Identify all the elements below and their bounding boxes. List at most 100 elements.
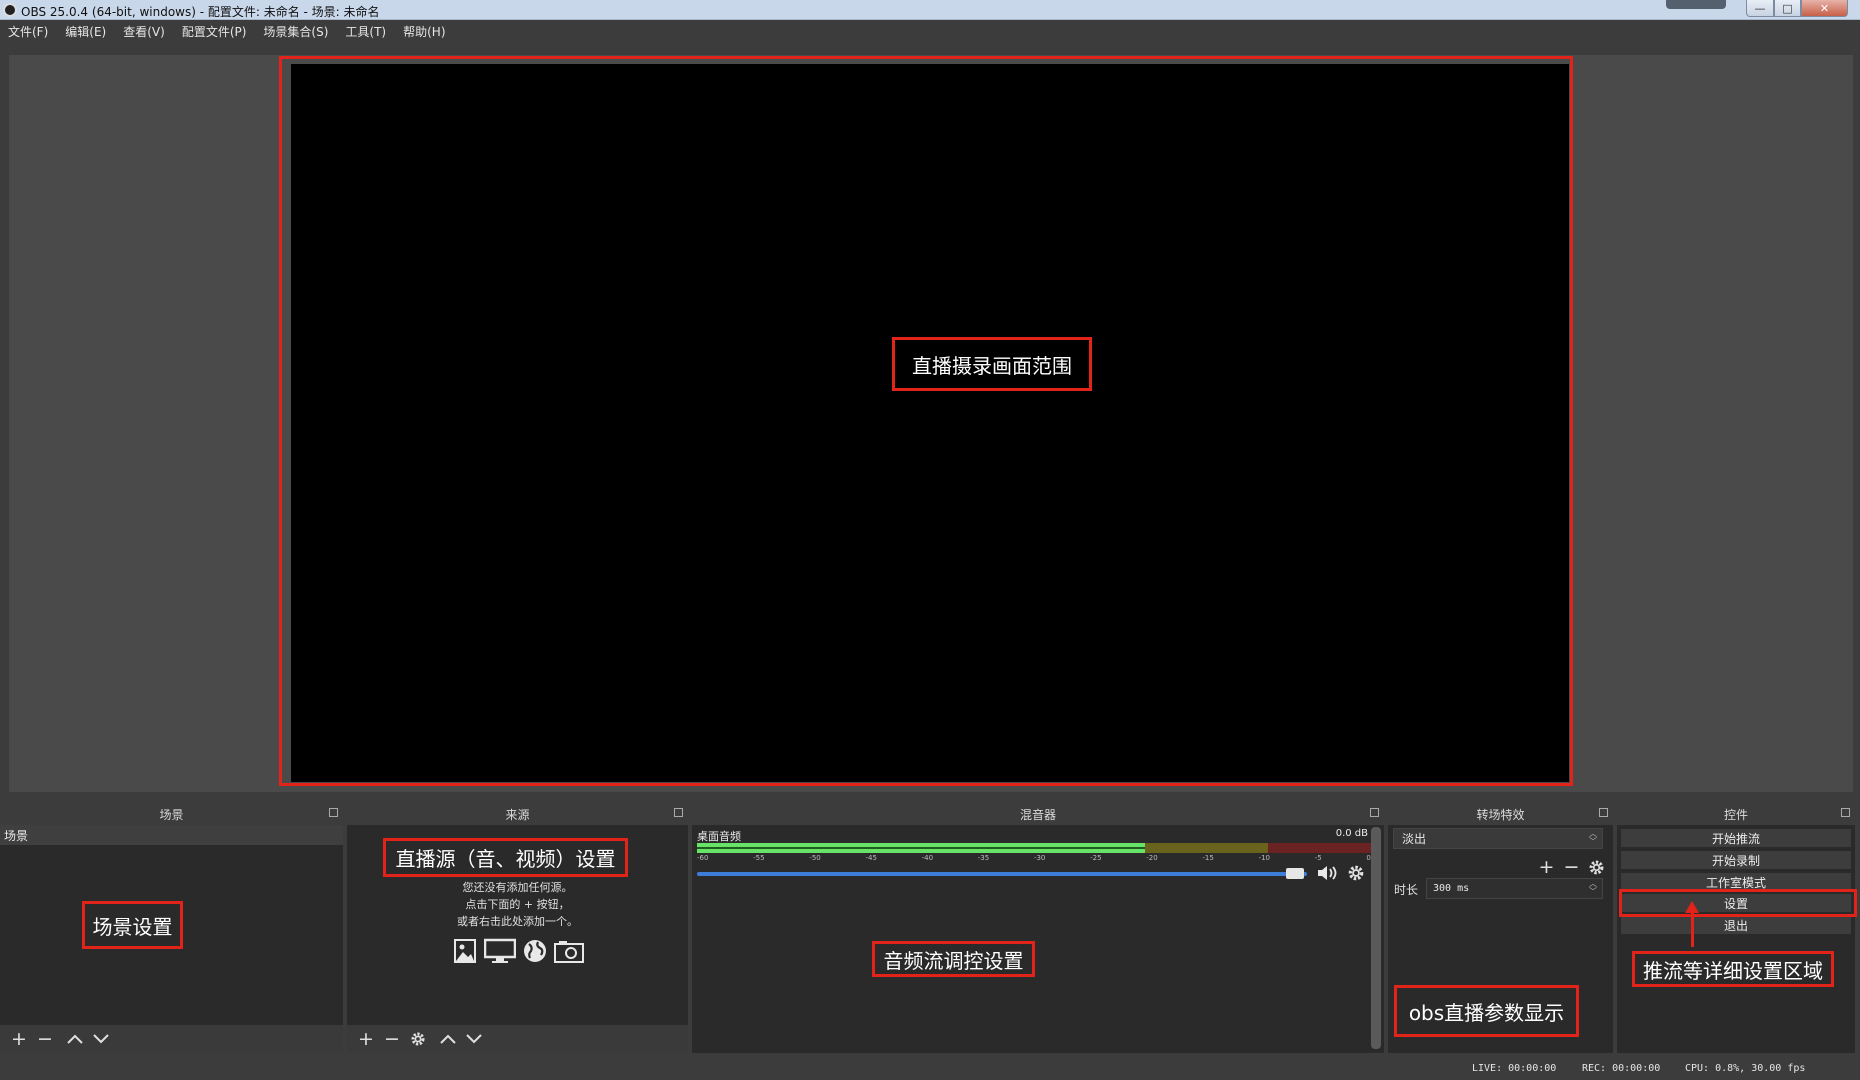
volume-slider[interactable] — [697, 872, 1307, 876]
meter-ticks: -60 -55 -50 -45 -40 -35 -30 -25 -20 -15 … — [697, 854, 1371, 866]
camera-icon — [553, 937, 585, 965]
source-properties-gear-icon[interactable] — [405, 1028, 431, 1050]
tick-label: -25 — [1090, 854, 1102, 862]
transitions-dock-title: 转场特效 — [1388, 803, 1613, 825]
mixer-title: 混音器 — [1019, 807, 1056, 822]
menu-file[interactable]: 文件(F) — [8, 23, 48, 40]
remove-transition-icon[interactable]: − — [1559, 856, 1584, 878]
controls-title: 控件 — [1723, 807, 1748, 822]
meter-green-zone — [697, 843, 1145, 853]
channel-name: 桌面音频 — [697, 830, 741, 843]
transition-select[interactable]: 淡出 ︿ ﹀ — [1393, 828, 1603, 849]
move-down-icon[interactable] — [461, 1028, 487, 1050]
hint-line: 或者右击此处添加一个。 — [457, 915, 578, 928]
sources-title: 来源 — [505, 807, 530, 822]
exit-button[interactable]: 退出 — [1621, 916, 1851, 934]
sources-toolbar: + − — [347, 1025, 688, 1053]
undock-icon[interactable] — [674, 808, 683, 817]
minimize-button[interactable]: — — [1746, 0, 1774, 17]
controls-annotation: 推流等详细设置区域 — [1632, 951, 1834, 987]
tick-label: -45 — [865, 854, 877, 862]
duration-spinbox[interactable]: 300 ms ︿ ﹀ — [1426, 878, 1603, 899]
menu-edit[interactable]: 编辑(E) — [65, 23, 106, 40]
mixer-dock: 混音器 桌面音频 0.0 dB -60 -55 -50 -45 -40 -35 … — [692, 803, 1384, 1053]
settings-highlight-box — [1619, 889, 1857, 917]
transition-gear-icon[interactable] — [1584, 856, 1609, 878]
preview-canvas[interactable] — [291, 64, 1569, 782]
undock-icon[interactable] — [1841, 808, 1850, 817]
image-icon — [451, 937, 479, 965]
sources-empty-hint: 您还没有添加任何源。 点击下面的 + 按钮， 或者右击此处添加一个。 — [347, 879, 688, 930]
start-streaming-button[interactable]: 开始推流 — [1621, 829, 1851, 847]
spin-arrows-icon[interactable]: ︿ ﹀ — [1586, 880, 1600, 898]
annotation-arrow — [1685, 901, 1699, 947]
transition-toolbar: + − — [1534, 856, 1609, 878]
menu-bar: 文件(F) 编辑(E) 查看(V) 配置文件(P) 场景集合(S) 工具(T) … — [0, 20, 1860, 43]
speaker-icon[interactable] — [1317, 864, 1339, 887]
remove-scene-icon[interactable]: − — [32, 1028, 58, 1050]
stats-annotation: obs直播参数显示 — [1394, 985, 1579, 1037]
add-scene-icon[interactable]: + — [6, 1028, 32, 1050]
mixer-gear-icon[interactable] — [1347, 864, 1365, 887]
tick-label: -20 — [1146, 854, 1158, 862]
add-source-icon[interactable]: + — [353, 1028, 379, 1050]
menu-view[interactable]: 查看(V) — [123, 23, 165, 40]
mixer-annotation: 音频流调控设置 — [872, 941, 1035, 977]
transition-selected: 淡出 — [1402, 832, 1427, 846]
move-up-icon[interactable] — [435, 1028, 461, 1050]
rec-timer: REC: 00:00:00 — [1582, 1063, 1661, 1074]
mixer-channel-desktop-audio: 桌面音频 0.0 dB -60 -55 -50 -45 -40 -35 -30 … — [697, 827, 1371, 887]
scene-list-item[interactable]: 场景 — [0, 825, 343, 845]
volume-slider-handle[interactable] — [1286, 868, 1304, 879]
start-recording-button[interactable]: 开始录制 — [1621, 851, 1851, 869]
monitor-icon — [483, 937, 517, 965]
hint-line: 您还没有添加任何源。 — [462, 881, 573, 894]
channel-level: 0.0 dB — [1335, 828, 1368, 839]
duration-value: 300 ms — [1433, 883, 1470, 894]
tick-label: -15 — [1202, 854, 1214, 862]
menu-profile[interactable]: 配置文件(P) — [182, 23, 247, 40]
mixer-dock-title: 混音器 — [692, 803, 1384, 825]
tick-label: -35 — [977, 854, 990, 862]
tick-label: -10 — [1258, 854, 1270, 862]
scenes-annotation: 场景设置 — [82, 901, 183, 949]
source-type-icons — [347, 937, 688, 965]
window-controls: — □ ✕ — [1746, 0, 1848, 17]
menu-tools[interactable]: 工具(T) — [345, 23, 386, 40]
menu-help[interactable]: 帮助(H) — [403, 23, 445, 40]
add-transition-icon[interactable]: + — [1534, 856, 1559, 878]
controls-dock: 控件 开始推流 开始录制 工作室模式 设置 退出 — [1617, 803, 1855, 1053]
undock-icon[interactable] — [1370, 808, 1379, 817]
undock-icon[interactable] — [329, 808, 338, 817]
obs-window: OBS 25.0.4 (64-bit, windows) - 配置文件: 未命名… — [0, 0, 1860, 1080]
spin-arrows-icon: ︿ ﹀ — [1589, 829, 1597, 846]
sources-dock-title: 来源 — [347, 803, 688, 825]
live-timer: LIVE: 00:00:00 — [1472, 1063, 1557, 1074]
meter-yellow-zone — [1145, 843, 1268, 853]
duration-label: 时长 — [1394, 883, 1419, 897]
controls-dock-title: 控件 — [1617, 803, 1855, 825]
tick-label: -40 — [921, 854, 934, 862]
transitions-title: 转场特效 — [1476, 807, 1525, 822]
remove-source-icon[interactable]: − — [379, 1028, 405, 1050]
maximize-button[interactable]: □ — [1774, 0, 1801, 17]
menu-scene-collection[interactable]: 场景集合(S) — [263, 23, 328, 40]
volume-meter — [697, 843, 1371, 853]
status-bar: LIVE: 00:00:00 REC: 00:00:00 CPU: 0.8%, … — [0, 1058, 1860, 1080]
obs-logo-icon — [3, 3, 17, 17]
globe-icon — [521, 937, 549, 965]
meter-red-zone — [1268, 843, 1371, 853]
close-button[interactable]: ✕ — [1801, 0, 1848, 17]
move-up-icon[interactable] — [62, 1028, 88, 1050]
undock-icon[interactable] — [1599, 808, 1608, 817]
scenes-toolbar: + − — [0, 1025, 343, 1053]
scenes-dock-title: 场景 — [0, 803, 343, 825]
tick-label: -60 — [697, 854, 709, 862]
mixer-scrollbar[interactable] — [1371, 827, 1381, 1049]
move-down-icon[interactable] — [88, 1028, 114, 1050]
window-tray-handle — [1666, 0, 1726, 9]
preview-annotation: 直播摄录画面范围 — [892, 337, 1092, 391]
cpu-fps: CPU: 0.8%, 30.00 fps — [1685, 1063, 1806, 1074]
title-bar: OBS 25.0.4 (64-bit, windows) - 配置文件: 未命名… — [0, 0, 1860, 20]
tick-label: -50 — [809, 854, 821, 862]
